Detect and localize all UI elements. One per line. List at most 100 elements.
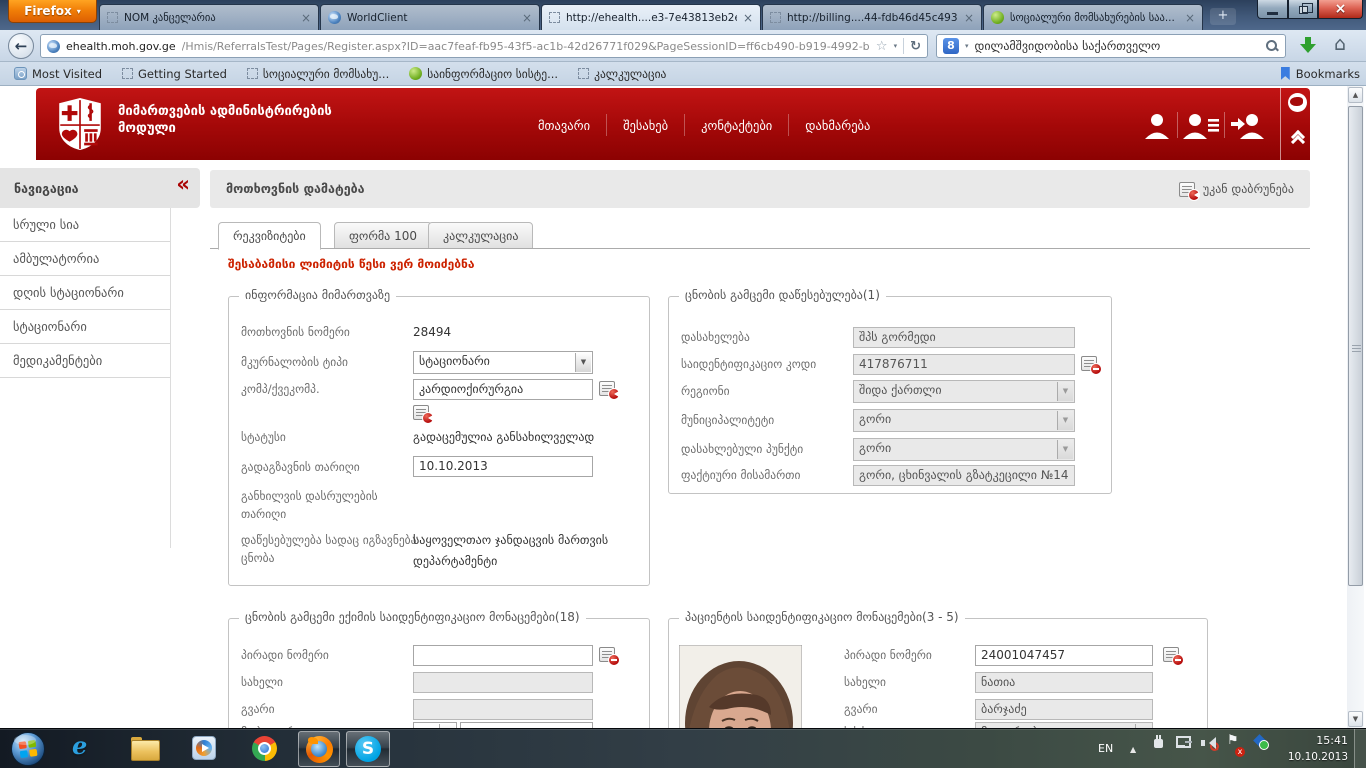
search-input[interactable]: დილამშვიდობისა საქართველო [975,39,1259,53]
close-icon[interactable]: × [743,12,753,24]
tray-clock[interactable]: 15:41 10.10.2013 [1282,733,1348,768]
search-box[interactable]: 8 ▾ დილამშვიდობისა საქართველო [936,34,1286,58]
user-profile-icon[interactable] [1142,111,1172,139]
show-desktop-button[interactable] [1354,729,1366,768]
scrollbar-thumb[interactable] [1348,106,1363,586]
site-identity-globe-icon[interactable] [47,40,60,53]
bookmarks-menu-button[interactable]: Bookmarks [1281,62,1360,85]
downloads-icon[interactable] [1300,37,1316,55]
tray-power-icon[interactable] [1152,729,1165,768]
doctor-last-name-input[interactable] [413,699,593,720]
close-icon[interactable]: × [301,12,311,24]
close-icon[interactable]: × [522,12,532,24]
go-back-button[interactable]: უკან დაბრუნება [1169,174,1304,204]
site-title: მიმართვების ადმინისტრირების მოდული [118,103,332,137]
speaker-muted-icon [1201,736,1217,750]
firefox-menu-button[interactable]: Firefox ▾ [8,0,97,23]
sidebar-item-day-hospital[interactable]: დღის სტაციონარი [0,276,170,310]
region-select[interactable]: შიდა ქართლი ▼ [853,380,1075,403]
start-button[interactable] [10,731,46,767]
reload-icon[interactable]: ↻ [910,39,921,54]
tray-action-center-icon[interactable]: ⚑x [1227,729,1239,768]
tab-calculation[interactable]: კალკულაცია [428,222,533,249]
sidebar-item-hospital[interactable]: სტაციონარი [0,310,170,344]
doctor-lookup-icon[interactable] [599,647,615,662]
bookmark-getting-started[interactable]: Getting Started [114,64,235,84]
tab-requisites[interactable]: რეკვიზიტები [218,222,321,250]
browser-tab-2[interactable]: WorldClient × [320,4,540,30]
address-input[interactable]: გორი, ცხინვალის გზატკეცილი №14 [853,465,1075,486]
patient-lookup-icon[interactable] [1163,647,1179,662]
org-remove-icon[interactable] [1081,356,1097,371]
nav-item-contacts[interactable]: კონტაქტები [685,118,788,133]
bookmark-most-visited[interactable]: Most Visited [6,64,110,84]
treatment-type-select[interactable]: სტაციონარი ▼ [413,351,593,374]
window-close-button[interactable]: × [1318,0,1363,19]
sidebar-item-full-list[interactable]: სრული სია [0,208,170,242]
url-bar[interactable]: ehealth.moh.gov.ge /Hmis/ReferralsTest/P… [40,34,928,58]
browser-tab-1[interactable]: NOM კანცელარია × [99,4,319,30]
fieldset-legend: პაციენტის საიდენტიფიკაციო მონაცემები(3 -… [679,610,965,624]
patient-first-name-input[interactable]: ნათია [975,672,1153,693]
search-icon[interactable] [1265,39,1279,53]
scroll-up-button[interactable]: ▲ [1348,87,1363,103]
component-input[interactable]: კარდიოქირურგია [413,379,593,400]
collapse-header-button[interactable] [1289,132,1307,142]
site-title-line1: მიმართვების ადმინისტრირების [118,103,332,120]
back-button[interactable]: ← [8,33,34,59]
scroll-down-button[interactable]: ▼ [1348,711,1363,727]
taskbar-skype-button[interactable]: S [346,731,390,767]
bookmark-social-service[interactable]: სოციალური მომსახუ... [239,64,397,84]
bookmark-star-icon[interactable]: ☆ [876,39,888,54]
language-globe-icon[interactable] [1288,93,1307,112]
tray-language-indicator[interactable]: EN [1098,742,1113,768]
taskbar-explorer-icon[interactable] [131,736,158,760]
sidebar-item-medications[interactable]: მედიკამენტები [0,344,170,378]
search-engine-icon[interactable]: 8 [943,38,959,54]
org-name-input[interactable]: შპს გორმედი [853,327,1075,348]
send-date-value: 10.10.2013 [419,459,488,473]
logout-user-icon[interactable] [1230,111,1264,139]
nav-item-help[interactable]: დახმარება [789,118,886,133]
doctor-personal-number-input[interactable] [413,645,593,666]
window-minimize-button[interactable] [1257,0,1288,19]
new-tab-button[interactable]: + [1210,8,1236,25]
close-icon[interactable]: × [964,12,974,24]
close-icon[interactable]: × [1185,12,1195,24]
municipality-select[interactable]: გორი ▼ [853,409,1075,432]
chevron-down-icon[interactable]: ▾ [965,42,969,50]
taskbar-chrome-icon[interactable] [252,736,277,761]
placeholder-favicon-icon [770,12,781,23]
window-restore-button[interactable] [1288,0,1318,19]
tray-hidden-icons-button[interactable]: ▲ [1130,745,1136,768]
sidebar-item-ambulatory[interactable]: ამბულატორია [0,242,170,276]
tray-volume-icon[interactable] [1201,729,1217,768]
org-id-input[interactable]: 417876711 [853,354,1075,375]
tab-form-100[interactable]: ფორმა 100 [334,222,432,249]
browser-tab-5[interactable]: სოციალური მომსახურების საა... × [983,4,1203,30]
browser-tab-3-active[interactable]: http://ehealth....e3-7e43813eb2e6 × [541,4,761,30]
settlement-select[interactable]: გორი ▼ [853,438,1075,461]
taskbar-ie-icon[interactable]: e [72,734,87,758]
chevron-down-icon[interactable]: ▼ [575,353,591,372]
sidebar-collapse-button[interactable]: « [176,172,188,196]
send-date-input[interactable]: 10.10.2013 [413,456,593,477]
taskbar-firefox-button[interactable] [298,731,340,767]
taskbar-media-player-icon[interactable] [192,736,216,760]
tray-dropbox-icon[interactable] [1252,729,1267,768]
tray-network-icon[interactable] [1176,729,1192,768]
bookmark-calculation[interactable]: კალკულაცია [570,64,674,84]
bookmark-info-system[interactable]: საინფორმაციო სისტე... [401,64,566,84]
url-dropdown-icon[interactable]: ▾ [894,42,898,50]
nav-item-home[interactable]: მთავარი [522,118,606,133]
patient-last-name-input[interactable]: ბარჯაძე [975,699,1153,720]
component-lookup-icon[interactable] [599,381,615,396]
home-icon[interactable]: ⌂ [1334,33,1346,55]
browser-tab-4[interactable]: http://billing....44-fdb46d45c493 × [762,4,982,30]
page-scrollbar[interactable]: ▲ ▼ [1347,86,1364,728]
patient-personal-number-input[interactable]: 24001047457 [975,645,1153,666]
nav-item-about[interactable]: შესახებ [607,118,684,133]
component-clear-icon[interactable] [413,405,429,420]
doctor-first-name-input[interactable] [413,672,593,693]
user-list-icon[interactable] [1183,111,1219,139]
